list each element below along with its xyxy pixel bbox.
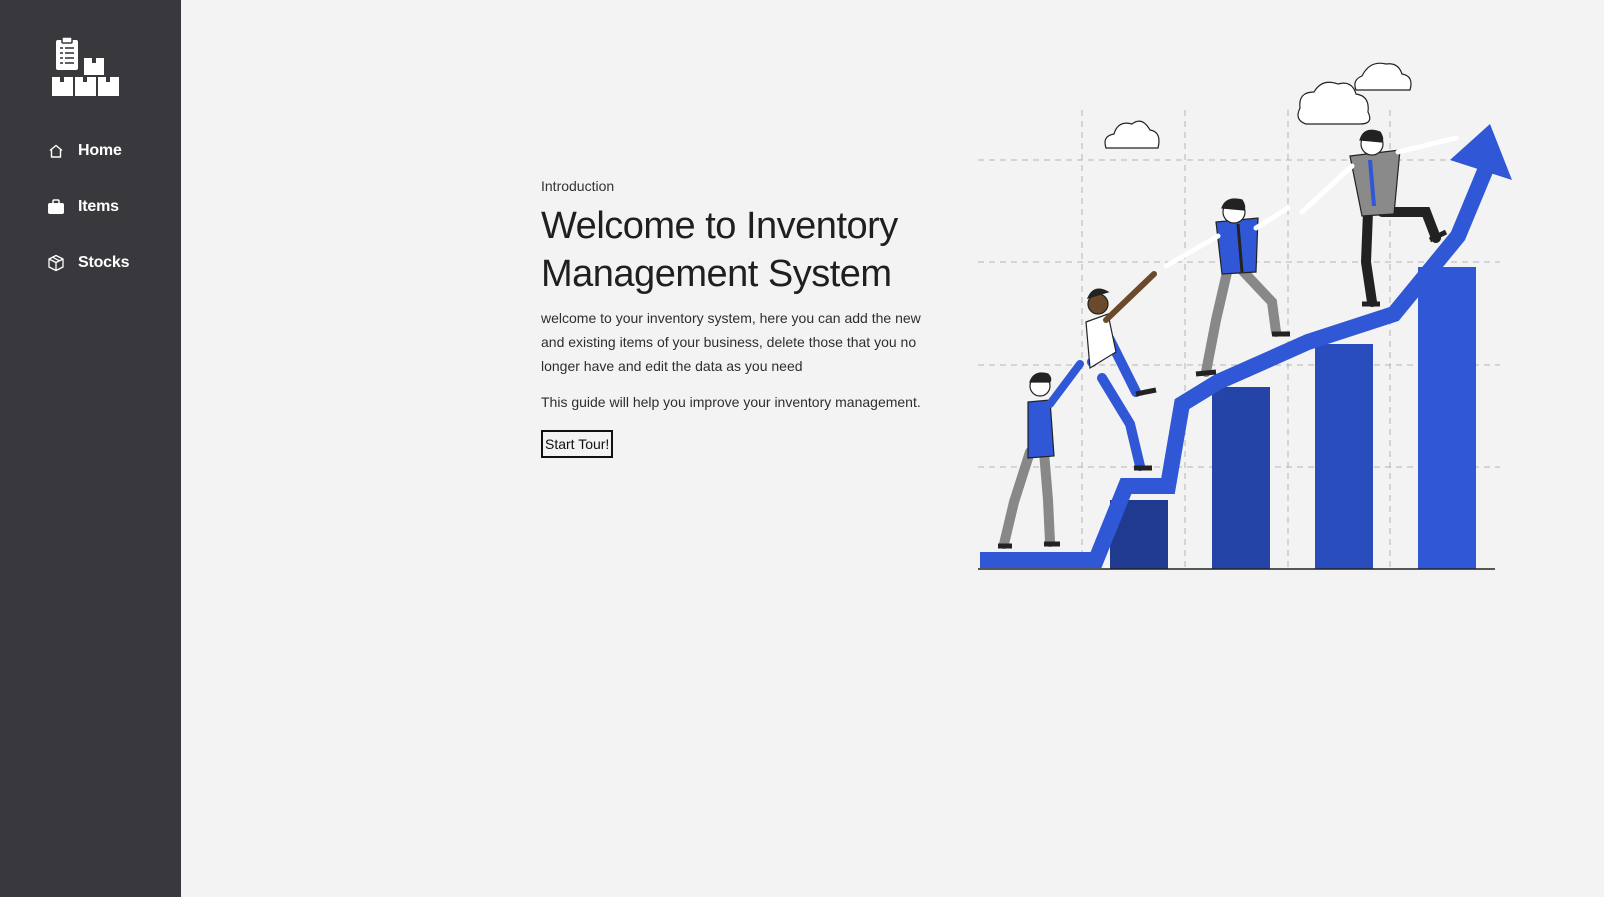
intro-description: welcome to your inventory system, here y… xyxy=(541,310,921,374)
sidebar-item-label: Items xyxy=(78,198,119,215)
home-icon xyxy=(46,141,66,161)
sidebar: Home Items Stocks xyxy=(0,0,181,897)
sidebar-item-items[interactable]: Items xyxy=(46,192,166,222)
sidebar-item-label: Stocks xyxy=(78,254,130,271)
intro-eyebrow: Introduction xyxy=(541,178,615,194)
intro-guide-text: This guide will help you improve your in… xyxy=(541,394,921,410)
sidebar-item-home[interactable]: Home xyxy=(46,136,166,166)
start-tour-button[interactable]: Start Tour! xyxy=(541,430,614,458)
growth-teamwork-illustration xyxy=(970,52,1520,582)
intro-section: Introduction Welcome to Inventory Manage… xyxy=(541,176,941,458)
inventory-logo-icon xyxy=(50,36,120,98)
page-title: Welcome to Inventory Management System xyxy=(541,205,898,295)
briefcase-icon xyxy=(46,197,66,217)
sidebar-item-stocks[interactable]: Stocks xyxy=(46,248,166,278)
sidebar-item-label: Home xyxy=(78,142,122,159)
box-icon xyxy=(46,253,66,273)
